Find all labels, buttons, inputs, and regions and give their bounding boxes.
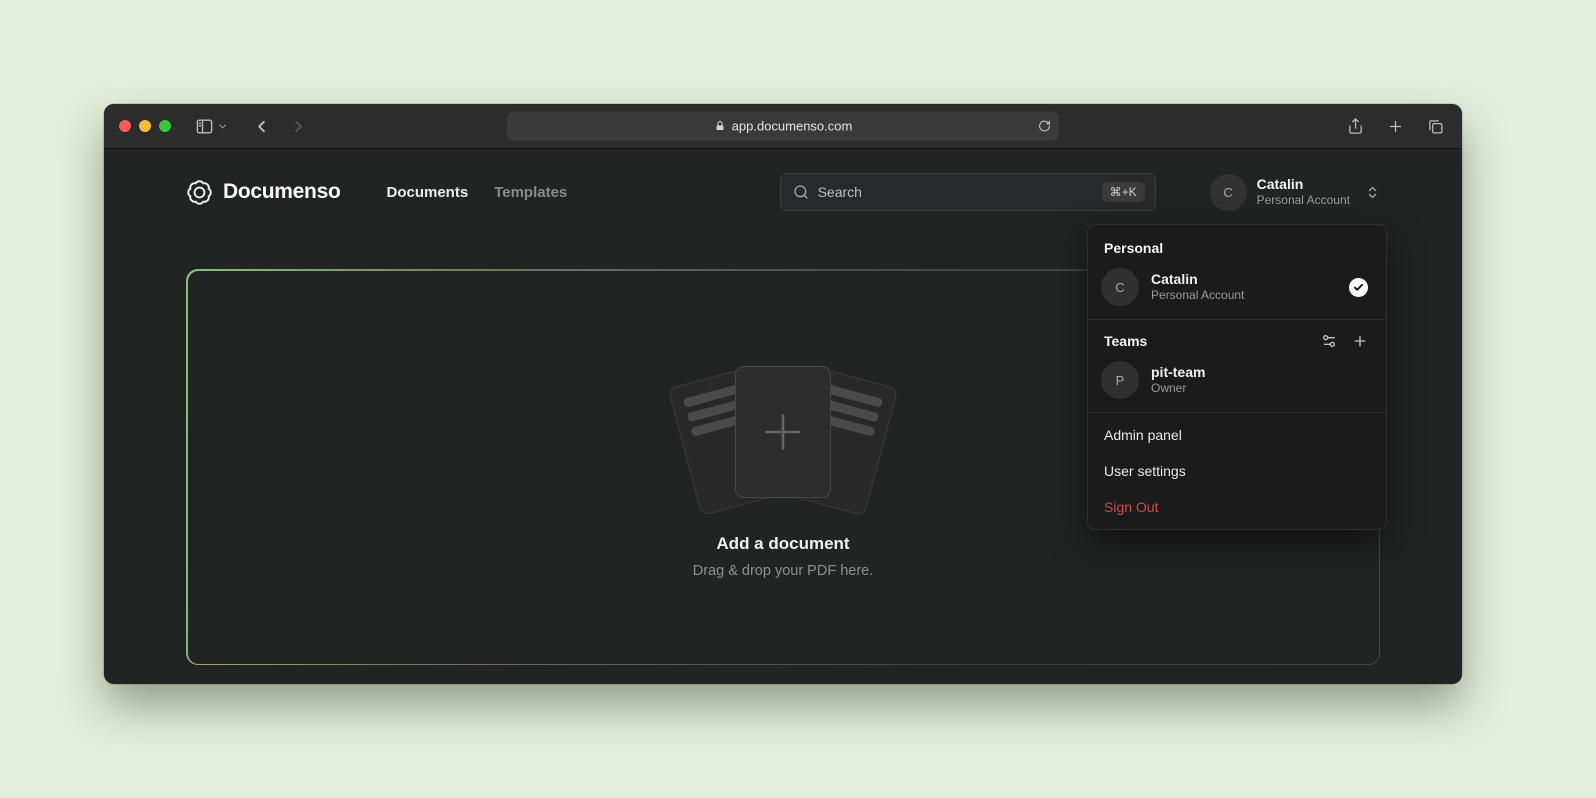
search-shortcut-badge: ⌘+K — [1102, 182, 1145, 202]
address-bar[interactable]: app.documenso.com — [507, 112, 1059, 141]
manage-teams-icon[interactable] — [1321, 333, 1337, 349]
account-dropdown-menu: Personal C Catalin Personal Account Team… — [1087, 224, 1387, 530]
forward-button-icon — [289, 117, 308, 136]
menu-separator — [1088, 319, 1386, 320]
menu-item-admin-panel[interactable]: Admin panel — [1088, 417, 1386, 453]
avatar: C — [1101, 268, 1139, 306]
browser-titlebar: app.documenso.com — [104, 104, 1462, 149]
nav-link-documents[interactable]: Documents — [387, 184, 469, 201]
avatar: C — [1210, 174, 1247, 211]
brand[interactable]: Documenso — [186, 179, 341, 206]
account-menu-button[interactable]: C Catalin Personal Account — [1210, 174, 1380, 211]
reload-icon[interactable] — [1038, 120, 1051, 133]
menu-separator — [1088, 412, 1386, 413]
search-placeholder: Search — [818, 184, 1093, 200]
document-cards-illustration — [653, 356, 913, 508]
documenso-logo-icon — [186, 179, 213, 206]
zoom-window-button[interactable] — [159, 120, 171, 132]
nav-link-templates[interactable]: Templates — [494, 184, 567, 201]
browser-window: app.documenso.com Documenso Docu — [104, 104, 1462, 684]
lock-icon — [714, 120, 726, 133]
brand-name: Documenso — [223, 180, 341, 204]
personal-account-item[interactable]: C Catalin Personal Account — [1088, 261, 1386, 317]
add-document-card — [735, 366, 831, 498]
search-icon — [793, 184, 809, 200]
share-icon[interactable] — [1347, 117, 1364, 135]
dropzone-title: Add a document — [716, 534, 849, 554]
avatar: P — [1101, 361, 1139, 399]
nav-links: Documents Templates — [387, 184, 568, 201]
teams-section-header: Teams — [1088, 324, 1386, 354]
minimize-window-button[interactable] — [139, 120, 151, 132]
add-team-icon[interactable] — [1352, 333, 1368, 349]
plus-icon — [755, 404, 811, 460]
sidebar-toggle-icon[interactable] — [195, 117, 214, 136]
url-text: app.documenso.com — [732, 119, 853, 134]
menu-item-user-settings[interactable]: User settings — [1088, 453, 1386, 489]
window-controls — [119, 120, 171, 132]
account-subtitle: Personal Account — [1257, 193, 1350, 208]
tab-overview-icon[interactable] — [1427, 118, 1444, 135]
dropzone-subtitle: Drag & drop your PDF here. — [693, 563, 874, 579]
personal-section-label: Personal — [1088, 230, 1386, 261]
chevron-down-icon[interactable] — [217, 121, 228, 132]
menu-item-sign-out[interactable]: Sign Out — [1088, 489, 1386, 525]
new-tab-icon[interactable] — [1387, 118, 1404, 135]
app-navbar: Documenso Documents Templates Search ⌘+K… — [104, 149, 1462, 235]
account-name: Catalin — [1257, 176, 1350, 194]
close-window-button[interactable] — [119, 120, 131, 132]
search-input[interactable]: Search ⌘+K — [780, 173, 1156, 211]
back-button-icon[interactable] — [252, 117, 271, 136]
chevrons-up-down-icon — [1365, 185, 1380, 200]
selected-check-icon — [1349, 278, 1368, 297]
team-item[interactable]: P pit-team Owner — [1088, 354, 1386, 410]
teams-section-label: Teams — [1104, 333, 1147, 349]
